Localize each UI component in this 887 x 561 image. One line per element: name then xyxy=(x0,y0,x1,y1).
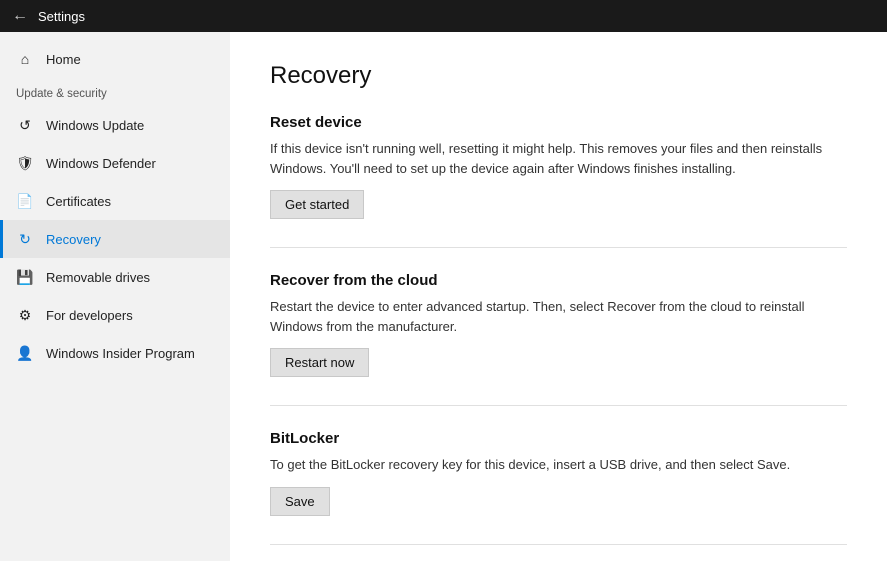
reset-device-title: Reset device xyxy=(270,114,847,131)
sidebar-item-label: Windows Update xyxy=(46,118,144,133)
sidebar-item-windows-insider[interactable]: 👤 Windows Insider Program xyxy=(0,334,230,372)
restart-now-button[interactable]: Restart now xyxy=(270,348,369,377)
get-started-button[interactable]: Get started xyxy=(270,190,364,219)
sidebar-section-label: Update & security xyxy=(0,78,230,106)
sidebar-item-label: Removable drives xyxy=(46,270,150,285)
recover-cloud-section: Recover from the cloud Restart the devic… xyxy=(270,272,847,377)
sidebar-item-label: Certificates xyxy=(46,194,111,209)
sidebar-home-label: Home xyxy=(46,52,81,67)
main-layout: ⌂ Home Update & security ↺ Windows Updat… xyxy=(0,32,887,561)
titlebar: ← Settings xyxy=(0,0,887,32)
titlebar-title: Settings xyxy=(38,9,85,24)
page-title: Recovery xyxy=(270,62,847,90)
save-button[interactable]: Save xyxy=(270,487,330,516)
divider-3 xyxy=(270,544,847,545)
recover-cloud-title: Recover from the cloud xyxy=(270,272,847,289)
sidebar-item-label: Windows Insider Program xyxy=(46,346,195,361)
sidebar-item-label: Recovery xyxy=(46,232,101,247)
content-area: Recovery Reset device If this device isn… xyxy=(230,32,887,561)
divider-2 xyxy=(270,405,847,406)
sidebar: ⌂ Home Update & security ↺ Windows Updat… xyxy=(0,32,230,561)
back-button[interactable]: ← xyxy=(12,7,28,25)
reset-device-description: If this device isn't running well, reset… xyxy=(270,139,847,178)
reset-device-section: Reset device If this device isn't runnin… xyxy=(270,114,847,219)
certificate-icon: 📄 xyxy=(16,192,34,210)
shield-icon: 🛡 xyxy=(16,154,34,172)
sidebar-item-windows-update[interactable]: ↺ Windows Update xyxy=(0,106,230,144)
windows-update-icon: ↺ xyxy=(16,116,34,134)
home-icon: ⌂ xyxy=(16,50,34,68)
removable-drives-icon: 💾 xyxy=(16,268,34,286)
sidebar-item-label: For developers xyxy=(46,308,133,323)
recovery-icon: ↻ xyxy=(16,230,34,248)
sidebar-item-certificates[interactable]: 📄 Certificates xyxy=(0,182,230,220)
sidebar-item-for-developers[interactable]: ⚙ For developers xyxy=(0,296,230,334)
bitlocker-section: BitLocker To get the BitLocker recovery … xyxy=(270,430,847,516)
divider-1 xyxy=(270,247,847,248)
bitlocker-title: BitLocker xyxy=(270,430,847,447)
sidebar-item-label: Windows Defender xyxy=(46,156,156,171)
recover-cloud-description: Restart the device to enter advanced sta… xyxy=(270,297,847,336)
bitlocker-description: To get the BitLocker recovery key for th… xyxy=(270,455,847,475)
developers-icon: ⚙ xyxy=(16,306,34,324)
sidebar-item-recovery[interactable]: ↻ Recovery xyxy=(0,220,230,258)
sidebar-item-home[interactable]: ⌂ Home xyxy=(0,40,230,78)
insider-icon: 👤 xyxy=(16,344,34,362)
sidebar-item-removable-drives[interactable]: 💾 Removable drives xyxy=(0,258,230,296)
sidebar-item-windows-defender[interactable]: 🛡 Windows Defender xyxy=(0,144,230,182)
